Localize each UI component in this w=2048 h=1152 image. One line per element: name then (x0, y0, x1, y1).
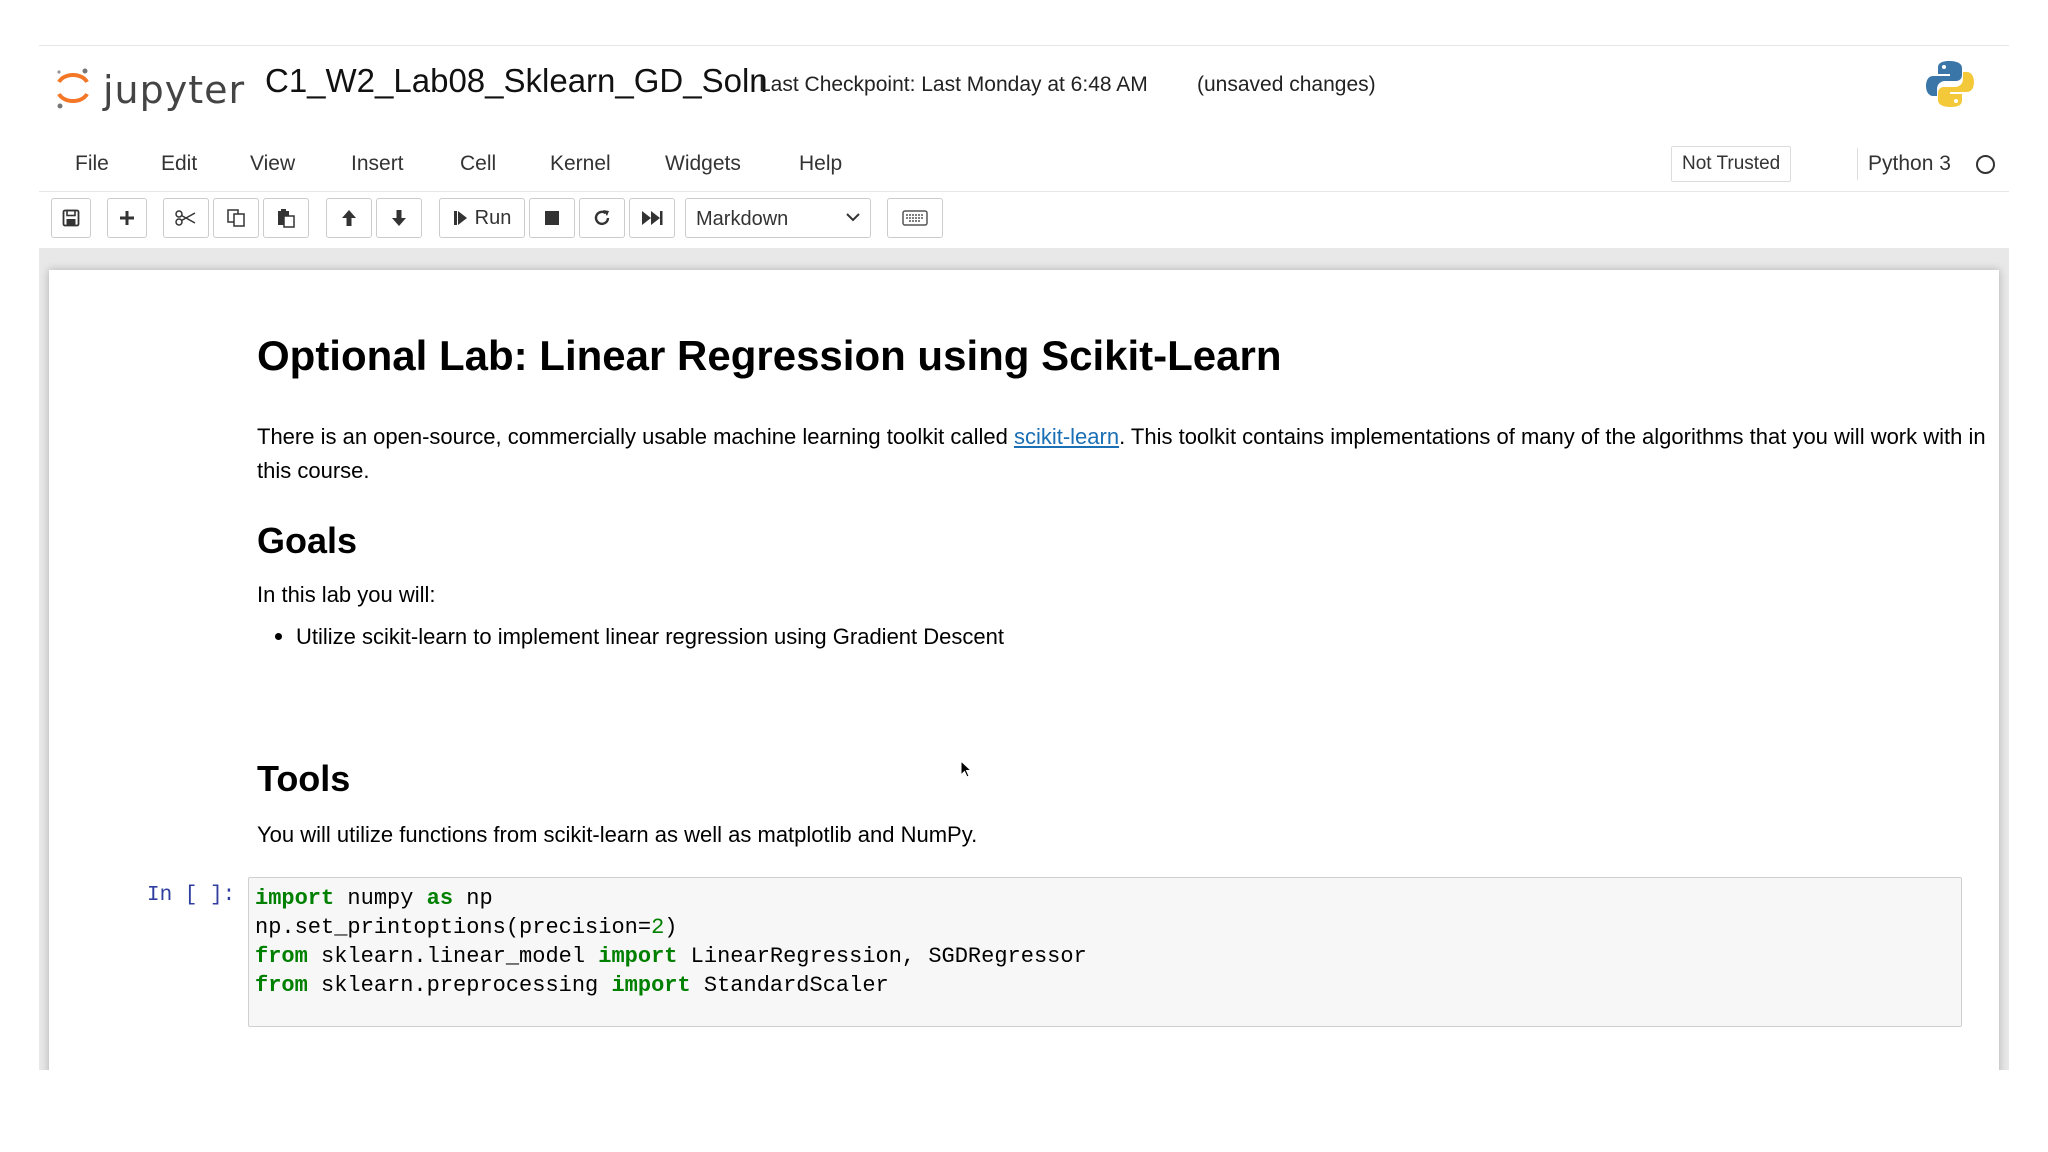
header-bar: jupyter C1_W2_Lab08_Sklearn_GD_Soln Last… (39, 45, 2009, 137)
move-down-icon (392, 210, 406, 226)
insert-cell-button[interactable] (107, 198, 147, 238)
jupyter-logo-icon (57, 68, 89, 109)
restart-icon (594, 210, 610, 226)
fast-forward-icon (642, 211, 663, 225)
menu-edit[interactable]: Edit (161, 152, 197, 176)
menu-file[interactable]: File (75, 152, 109, 176)
move-up-icon (342, 210, 356, 226)
menu-kernel[interactable]: Kernel (550, 152, 611, 176)
menu-cell[interactable]: Cell (460, 152, 496, 176)
chevron-down-icon (846, 213, 860, 222)
code-keyword: from (255, 973, 308, 998)
cut-button[interactable] (163, 198, 209, 238)
command-palette-button[interactable] (887, 198, 943, 238)
code-text: sklearn.linear_model (307, 944, 599, 969)
save-button[interactable] (51, 198, 91, 238)
move-down-button[interactable] (376, 198, 422, 238)
bullet-icon (275, 632, 282, 640)
goals-intro: In this lab you will: (257, 582, 436, 607)
cell-input-prompt: In [ ]: (147, 884, 236, 907)
paste-icon (278, 209, 295, 228)
code-keyword: import (255, 886, 335, 911)
tools-paragraph: You will utilize functions from scikit-l… (257, 822, 978, 847)
divider (1857, 148, 1858, 180)
run-button[interactable]: Run (439, 198, 525, 238)
run-icon (453, 211, 467, 225)
python-logo-icon (1926, 61, 1974, 107)
code-line: from sklearn.linear_model import LinearR… (255, 944, 1087, 969)
notebook-container: Optional Lab: Linear Regression using Sc… (39, 248, 2009, 1070)
restart-kernel-button[interactable] (579, 198, 625, 238)
notebook-page: Optional Lab: Linear Regression using Sc… (49, 270, 1999, 1070)
restart-run-all-button[interactable] (629, 198, 675, 238)
code-text: np.set_printoptions(precision= (255, 915, 652, 940)
mouse-cursor-icon (960, 760, 972, 778)
move-up-button[interactable] (326, 198, 372, 238)
stop-icon (545, 211, 559, 225)
cut-icon (175, 210, 196, 226)
code-text: StandardScaler (690, 973, 889, 998)
tools-heading: Tools (257, 758, 351, 799)
code-keyword: import (598, 944, 678, 969)
copy-icon (227, 209, 245, 227)
intro-paragraph: There is an open-source, commercially us… (257, 420, 1987, 488)
menu-view[interactable]: View (250, 152, 295, 176)
goals-heading: Goals (257, 520, 358, 561)
code-line: from sklearn.preprocessing import Standa… (255, 973, 889, 998)
notebook-heading: Optional Lab: Linear Regression using Sc… (257, 332, 1282, 379)
keyboard-icon (902, 210, 928, 226)
intro-text-start: There is an open-source, commercially us… (257, 424, 1014, 449)
jupyter-logo[interactable]: jupyter (55, 60, 255, 116)
code-line: np.set_printoptions(precision=2) (255, 915, 677, 940)
unsaved-changes-indicator: (unsaved changes) (1197, 73, 1376, 96)
interrupt-kernel-button[interactable] (529, 198, 575, 238)
goals-list-item-text: Utilize scikit-learn to implement linear… (296, 624, 1004, 649)
code-keyword: from (255, 944, 308, 969)
menu-widgets[interactable]: Widgets (665, 152, 741, 176)
code-keyword: as (426, 886, 454, 911)
code-number: 2 (651, 915, 665, 940)
cell-type-value: Markdown (696, 208, 789, 230)
copy-button[interactable] (213, 198, 259, 238)
menu-insert[interactable]: Insert (351, 152, 404, 176)
code-cell[interactable]: import numpy as np np.set_printoptions(p… (248, 877, 1962, 1027)
menu-bar: File Edit View Insert Cell Kernel Widget… (39, 136, 2009, 192)
run-label: Run (474, 206, 512, 229)
code-keyword: import (611, 973, 691, 998)
cell-type-select[interactable]: Markdown (685, 198, 871, 238)
code-line: import numpy as np (255, 886, 493, 911)
add-cell-icon (120, 211, 134, 225)
save-icon (62, 209, 80, 227)
kernel-idle-icon (1976, 155, 1995, 174)
code-text: LinearRegression, SGDRegressor (677, 944, 1087, 969)
code-text: ) (664, 915, 678, 940)
menu-help[interactable]: Help (799, 152, 842, 176)
toolbar: Run Markdown (39, 192, 2009, 247)
paste-button[interactable] (263, 198, 309, 238)
jupyter-wordmark: jupyter (103, 68, 246, 112)
scikit-learn-link[interactable]: scikit-learn (1014, 424, 1119, 449)
code-text: numpy (334, 886, 427, 911)
trust-status-button[interactable]: Not Trusted (1671, 146, 1792, 182)
checkpoint-status: Last Checkpoint: Last Monday at 6:48 AM (759, 73, 1148, 96)
notebook-title[interactable]: C1_W2_Lab08_Sklearn_GD_Soln (265, 62, 768, 100)
kernel-name: Python 3 (1868, 152, 1951, 175)
goals-list-item: Utilize scikit-learn to implement linear… (275, 624, 1004, 650)
jupyter-notebook-app: jupyter C1_W2_Lab08_Sklearn_GD_Soln Last… (39, 45, 2009, 1070)
code-text: sklearn.preprocessing (307, 973, 612, 998)
code-text: np (453, 886, 493, 911)
